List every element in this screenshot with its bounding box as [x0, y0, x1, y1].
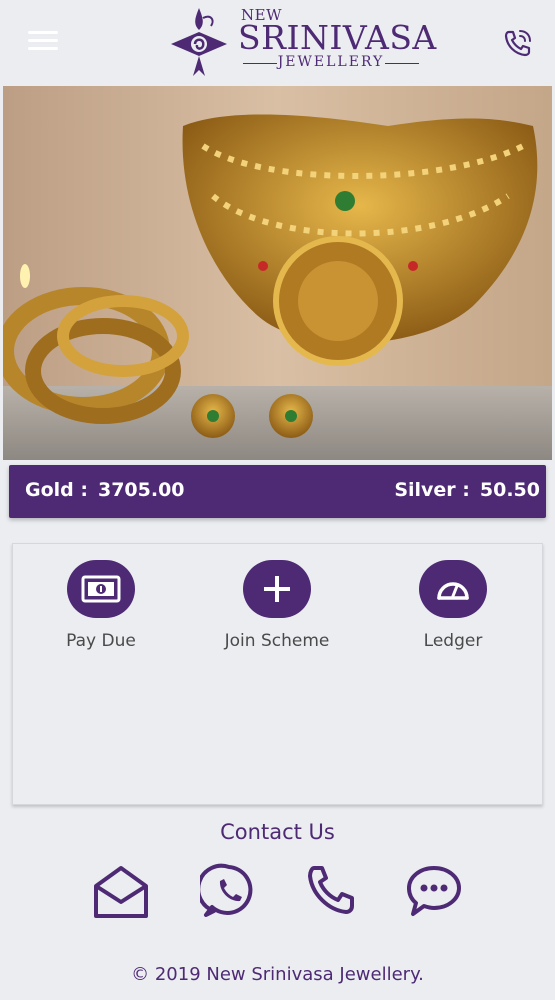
contact-us-heading: Contact Us	[220, 820, 335, 844]
pay-due-icon-circle	[67, 560, 135, 618]
silver-rate: Silver : 50.50	[394, 479, 540, 501]
join-scheme-button[interactable]: Join Scheme	[207, 560, 347, 651]
gold-rate: Gold : 3705.00	[25, 479, 185, 501]
ledger-label: Ledger	[423, 631, 483, 651]
phone-ringing-icon[interactable]	[502, 27, 534, 59]
quick-actions-card: Pay Due Join Scheme Ledger	[12, 543, 543, 805]
app-header: NEW SRINIVASA JEWELLERY	[0, 0, 555, 84]
gold-rate-value: 3705.00	[97, 479, 185, 501]
logo-main-text: SRINIVASA	[238, 18, 437, 57]
pay-due-label: Pay Due	[66, 631, 136, 651]
banknote-icon	[81, 575, 121, 603]
chat-bubble-icon[interactable]	[405, 862, 463, 920]
whatsapp-icon[interactable]	[200, 862, 258, 920]
join-scheme-icon-circle	[243, 560, 311, 618]
pay-due-button[interactable]: Pay Due	[31, 560, 171, 651]
phone-icon[interactable]	[302, 862, 360, 920]
silver-rate-value: 50.50	[479, 479, 540, 501]
gauge-icon	[437, 582, 469, 600]
envelope-open-icon[interactable]	[92, 862, 150, 920]
plus-icon	[264, 576, 290, 602]
logo-sub-text: JEWELLERY	[243, 54, 419, 70]
footer-copyright: © 2019 New Srinivasa Jewellery.	[131, 964, 424, 985]
join-scheme-label: Join Scheme	[224, 631, 330, 651]
jewellery-banner-image	[3, 86, 552, 460]
metal-rates-bar: Gold : 3705.00 Silver : 50.50	[9, 465, 546, 518]
ledger-icon-circle	[419, 560, 487, 618]
hamburger-menu-icon[interactable]	[28, 30, 58, 52]
ledger-button[interactable]: Ledger	[383, 560, 523, 651]
gold-rate-label: Gold :	[25, 479, 88, 501]
brand-logo: NEW SRINIVASA JEWELLERY	[165, 4, 436, 80]
peacock-logo-icon	[171, 8, 227, 76]
silver-rate-label: Silver :	[394, 479, 470, 501]
